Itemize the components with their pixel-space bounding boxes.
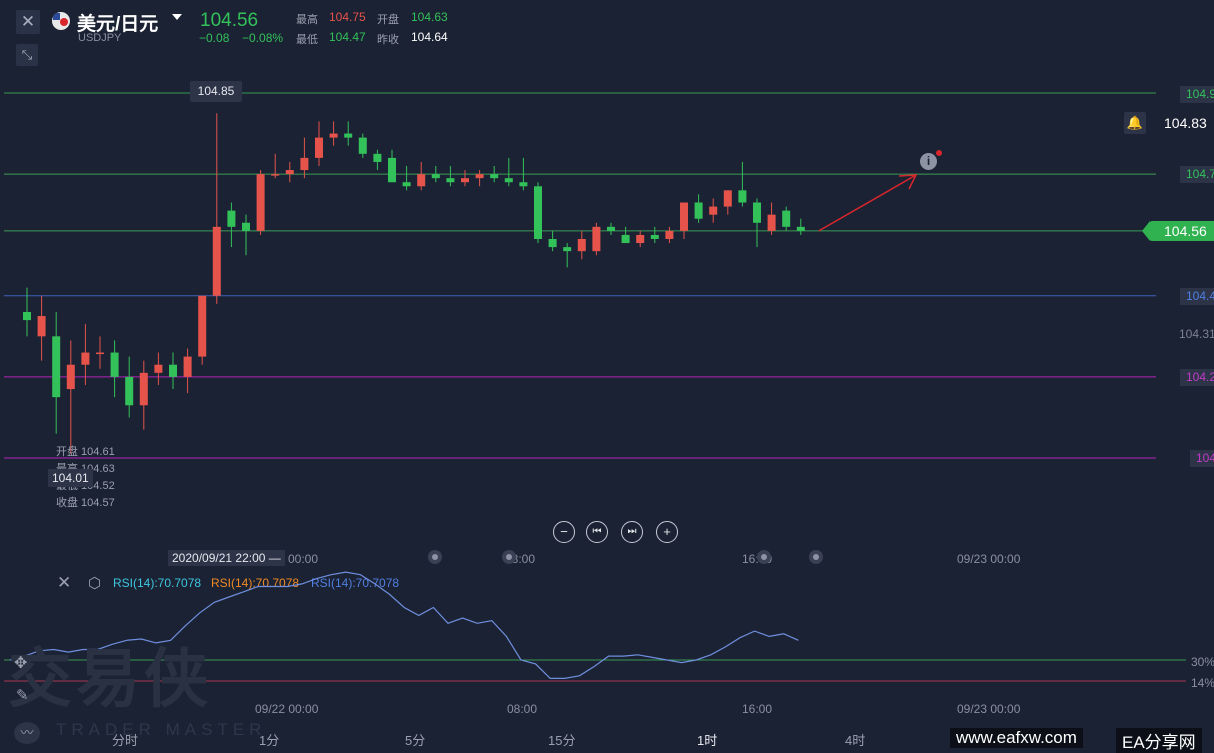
candle-body-33	[504, 178, 513, 183]
alert-bell-icon[interactable]: 🔔	[1124, 112, 1146, 134]
current-price-tag: 104.56	[1142, 221, 1214, 241]
level-tag-104: 104	[1190, 450, 1214, 467]
candle-body-40	[607, 226, 615, 231]
candle-body-19	[300, 157, 309, 171]
watermark-logo: 交易侠	[8, 643, 212, 715]
timeframe-tick[interactable]: 分时	[112, 730, 138, 749]
candle-body-35	[534, 186, 542, 239]
peak-marker: 104.85	[190, 81, 242, 102]
current-price-tag-value: 104.56	[1164, 223, 1207, 239]
trough-value: 104.01	[52, 471, 89, 485]
rsi-time-0923: 09/23 00:00	[957, 702, 1021, 716]
rsi-level-14: 14%	[1191, 676, 1214, 690]
candle-body-28	[431, 174, 440, 179]
price-tick-104-31: 104.31	[1179, 327, 1214, 341]
footer-brand: EA分享网	[1116, 728, 1202, 753]
candle-body-13	[212, 226, 221, 296]
candle-body-41	[621, 234, 630, 244]
candle-body-22	[344, 133, 353, 138]
candle-body-34	[519, 182, 528, 187]
draw-tool-icon[interactable]: ✥	[14, 653, 27, 673]
candle-body-45	[680, 202, 688, 231]
timeframe-15m[interactable]: 15分	[548, 730, 575, 749]
candle-body-43	[650, 234, 659, 239]
candle-body-11	[183, 356, 192, 377]
candle-body-30	[461, 178, 469, 183]
candle-body-5	[96, 352, 104, 355]
ohlc-close: 收盘 104.57	[56, 497, 115, 509]
candlestick-chart[interactable]	[0, 0, 1214, 545]
candle-body-20	[315, 137, 323, 158]
timeframe-1m[interactable]: 1分	[259, 730, 279, 749]
candle-body-7	[125, 376, 134, 406]
rsi-time-0922: 09/22 00:00	[255, 702, 319, 716]
candle-body-46	[694, 202, 703, 219]
watermark-subtitle: TRADER MASTER	[56, 720, 267, 739]
candle-body-31	[475, 174, 484, 179]
rsi-time-08: 08:00	[507, 702, 538, 716]
jump-start-button[interactable]: ⏮	[586, 521, 608, 543]
timeframe-1h[interactable]: 1时	[697, 730, 717, 749]
zoom-out-button[interactable]: −	[553, 521, 575, 543]
candle-body-42	[636, 234, 645, 244]
candle-body-48	[723, 190, 732, 207]
candle-body-17	[271, 174, 280, 176]
annotation-arrow-line	[818, 174, 917, 232]
candle-body-10	[169, 364, 177, 377]
candle-body-37	[563, 247, 572, 252]
footer-site: www.eafxw.com	[950, 728, 1083, 748]
rsi-level-30: 30%	[1191, 655, 1214, 669]
candle-body-39	[592, 226, 601, 252]
candle-body-1	[37, 316, 46, 337]
candle-body-16	[256, 174, 265, 231]
candle-body-0	[23, 312, 31, 321]
candle-body-8	[139, 372, 148, 406]
candle-body-38	[577, 239, 586, 252]
candle-body-26	[402, 182, 411, 187]
candle-body-3	[66, 364, 75, 390]
candle-body-9	[154, 364, 163, 373]
candle-body-44	[665, 230, 674, 239]
candle-body-32	[490, 174, 499, 179]
peak-value: 104.85	[197, 84, 235, 98]
jump-end-button[interactable]: ⏭	[621, 521, 643, 543]
candle-body-12	[198, 295, 207, 357]
candle-body-18	[285, 170, 294, 175]
candle-body-47	[709, 206, 718, 215]
candle-body-23	[358, 137, 367, 154]
candle-body-27	[417, 174, 426, 187]
pen-tool-icon[interactable]: ✎	[16, 686, 29, 704]
candle-body-14	[227, 210, 236, 227]
trough-marker: 104.01	[48, 469, 93, 487]
candle-body-25	[388, 157, 396, 183]
candle-body-52	[782, 210, 791, 227]
candle-body-29	[446, 178, 455, 183]
level-tag-104-2: 104.2	[1180, 369, 1214, 386]
level-tag-104-9: 104.9	[1180, 86, 1214, 103]
alert-price: 104.83	[1164, 115, 1207, 131]
info-icon[interactable]: i	[920, 150, 942, 170]
candle-body-36	[548, 239, 557, 248]
candle-body-50	[753, 202, 761, 223]
timeframe-5m[interactable]: 5分	[405, 730, 425, 749]
rsi-time-16: 16:00	[742, 702, 773, 716]
candle-body-4	[81, 352, 90, 365]
candle-body-53	[796, 226, 805, 231]
candle-body-2	[52, 336, 61, 398]
ohlc-open: 开盘 104.61	[56, 446, 115, 458]
candle-body-24	[373, 153, 382, 162]
chart-type-icon[interactable]: 〰	[14, 722, 40, 744]
candle-body-6	[110, 352, 119, 377]
timeframe-4h[interactable]: 4时	[845, 730, 865, 749]
candle-body-21	[329, 133, 338, 138]
candle-body-15	[242, 222, 250, 231]
candle-body-51	[767, 214, 776, 231]
level-tag-104-4: 104.4	[1180, 288, 1214, 305]
level-tag-104-7: 104.7	[1180, 166, 1214, 183]
zoom-in-button[interactable]: +	[656, 521, 678, 543]
candle-body-49	[738, 190, 747, 203]
